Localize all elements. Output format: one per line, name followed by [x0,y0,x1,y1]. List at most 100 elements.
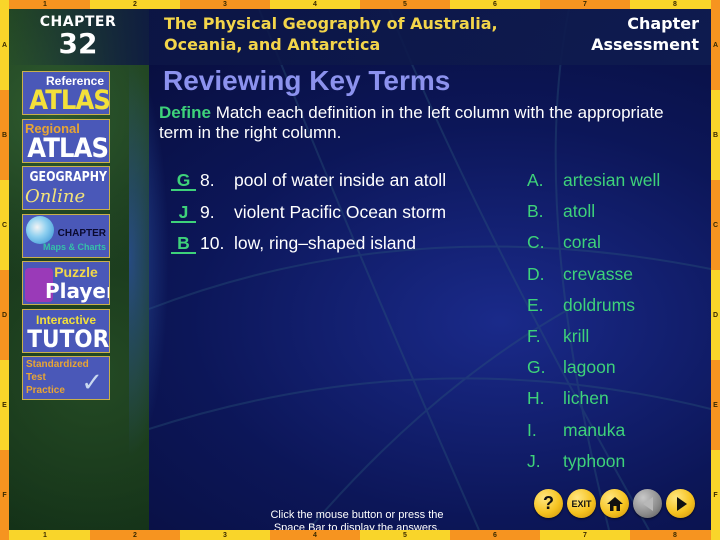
frame-row-label: A [711,0,720,90]
term-row: A. artesian well [527,170,711,201]
next-button[interactable] [666,489,695,518]
frame-column-label: 1 [0,530,90,540]
regional-atlas-button[interactable]: Regional ATLAS [22,118,110,163]
term-letter: J. [527,450,541,471]
definition-number: 10. [200,233,225,253]
definitions-list: G 8. pool of water inside an atoll J 9. … [171,170,511,265]
instructions: Define Match each definition in the left… [159,103,669,143]
frame-row-label: B [0,90,9,180]
definition-row: J 9. violent Pacific Ocean storm [171,202,511,234]
page-title: Reviewing Key Terms [163,65,451,96]
reference-atlas-button[interactable]: Reference ATLAS [22,71,110,115]
frame-row-label: E [0,360,9,450]
chapter-maps-charts-line1: CHAPTER [57,227,106,239]
previous-button[interactable] [633,489,662,518]
answer-blank: G [171,171,196,191]
interactive-tutor-button[interactable]: Interactive TUTOR [22,308,110,353]
term-letter: C. [527,232,545,253]
chapter-maps-charts-button[interactable]: CHAPTER Maps & Charts [22,213,110,258]
frame-row-label: D [711,270,720,360]
home-icon [606,496,623,511]
frame-row-label: F [711,450,720,540]
term-letter: E. [527,294,544,315]
term-row: I. manuka [527,420,711,451]
frame-column-label: 1 [0,0,90,9]
term-text: atoll [563,201,596,222]
frame-column-label: 7 [540,530,630,540]
term-row: B. atoll [527,201,711,232]
frame-row-label: C [711,180,720,270]
frame-row-label: F [0,450,9,540]
frame-column-label: 4 [270,0,360,9]
home-button[interactable] [600,489,629,518]
geography-online-button[interactable]: GEOGRAPHY Online [22,166,110,210]
frame-column-label: 4 [270,530,360,540]
term-row: J. typhoon [527,451,711,482]
frame-column-label: 6 [450,530,540,540]
term-letter: B. [527,201,544,222]
term-row: E. doldrums [527,295,711,326]
definition-text: violent Pacific Ocean storm [234,201,447,222]
term-letter: D. [527,263,545,284]
standardized-test-practice-button[interactable]: Standardized Test Practice ✓ [22,356,110,400]
standardized-test-line2: Test [26,372,46,383]
definition-text: pool of water inside an atoll [234,170,447,190]
reference-atlas-line2: ATLAS [29,85,110,115]
puzzle-player-button[interactable]: Puzzle Player [22,261,110,305]
term-row: F. krill [527,326,711,357]
term-letter: G. [527,357,546,378]
term-row: D. crevasse [527,264,711,295]
frame-column-label: 8 [630,0,720,9]
checkmark-icon: ✓ [81,367,103,397]
frame-right-ruler: A B C D E F [711,0,720,540]
term-text: doldrums [563,294,635,315]
section-title-line1: Chapter [627,14,699,33]
term-text: crevasse [563,263,634,284]
section-title-line2: Assessment [591,35,699,54]
chapter-badge: CHAPTER 32 [23,11,133,65]
frame-row-label: D [0,270,9,360]
instruction-keyword: Define [159,103,211,122]
question-mark-icon: ? [543,493,554,513]
frame-row-label: E [711,360,720,450]
puzzle-player-line1: Puzzle [54,264,98,280]
help-button[interactable]: ? [534,489,563,518]
puzzle-player-line2: Player [45,279,110,303]
standardized-test-line3: Practice [26,385,65,396]
answer-blank: B [171,234,196,254]
frame-column-label: 2 [90,0,180,9]
geography-online-line1: GEOGRAPHY [29,170,107,185]
sidebar: Reference ATLAS Regional ATLAS GEOGRAPHY… [22,71,110,404]
definition-row: G 8. pool of water inside an atoll [171,170,511,202]
definition-number: 8. [200,170,215,190]
definition-number: 9. [200,201,215,222]
term-text: artesian well [563,170,661,190]
term-text: lagoon [563,357,616,378]
navigation-bar: ? EXIT [534,489,695,518]
frame-row-label: C [0,180,9,270]
term-letter: F. [527,325,541,346]
term-text: krill [563,325,590,346]
terms-list: A. artesian well B. atoll C. coral D. crevas… [527,170,711,482]
instruction-text: Match each definition in the left column… [159,103,664,142]
term-letter: I. [527,419,537,440]
section-title: Chapter Assessment [591,13,699,55]
definition-text: low, ring–shaped island [234,233,416,253]
book-title: The Physical Geography of Australia, Oce… [164,13,498,55]
slide-frame: CHAPTER 32 The Physical Geography of Aus… [0,0,720,540]
term-row: H. lichen [527,388,711,419]
term-text: typhoon [563,450,626,471]
frame-column-label: 8 [630,530,720,540]
term-text: lichen [563,388,609,409]
answer-blank: J [171,203,196,223]
frame-column-label: 6 [450,0,540,9]
frame-column-label: 2 [90,530,180,540]
frame-left-ruler: A B C D E F [0,0,9,540]
exit-button[interactable]: EXIT [567,489,596,518]
chapter-number: 32 [58,27,98,60]
exit-label: EXIT [571,498,592,509]
term-text: manuka [563,419,626,440]
frame-bottom-ruler: 1 2 3 4 5 6 7 8 [0,530,720,540]
term-row: G. lagoon [527,357,711,388]
frame-column-label: 3 [180,530,270,540]
